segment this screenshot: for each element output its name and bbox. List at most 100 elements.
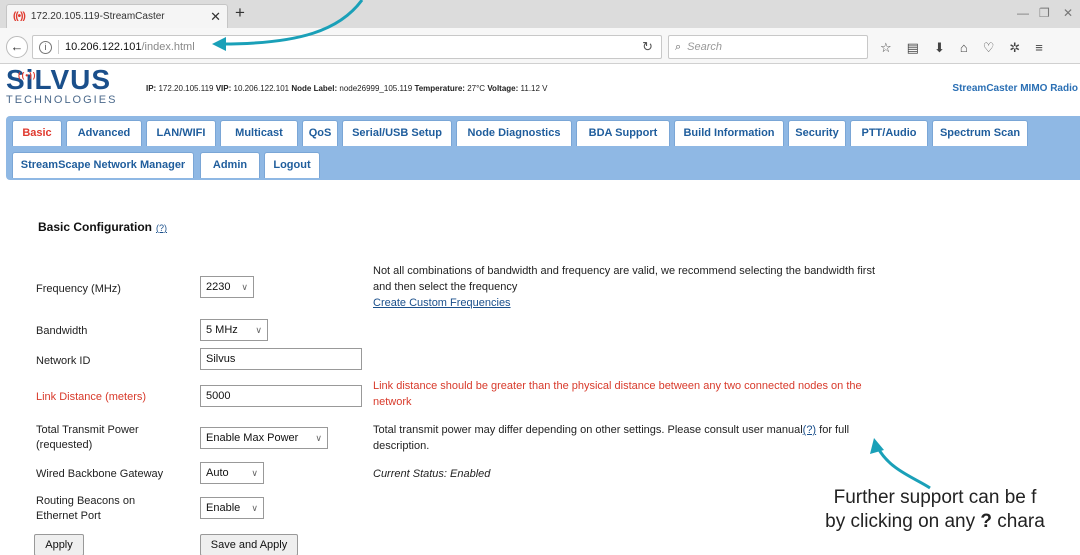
frequency-note-line2: and then select the frequency: [373, 281, 518, 293]
url-bar[interactable]: i 10.206.122.101/index.html ↻: [32, 35, 662, 59]
help-arrow: [876, 447, 931, 490]
pocket-icon[interactable]: ♡: [983, 40, 995, 56]
home-icon[interactable]: ⌂: [960, 40, 968, 56]
link-distance-field[interactable]: 5000: [200, 385, 362, 407]
bandwidth-value: 5 MHz: [206, 324, 238, 336]
tab-advanced[interactable]: Advanced: [66, 120, 142, 146]
browser-search-input[interactable]: ⌕ Search: [668, 35, 868, 59]
download-icon[interactable]: ⬇: [934, 40, 945, 56]
reload-icon[interactable]: ↻: [642, 39, 653, 55]
beacons-label-line1: Routing Beacons on: [36, 495, 136, 507]
temperature-value: 27°C: [467, 84, 486, 93]
browser-tab-title: 172.20.105.119-StreamCaster: [30, 11, 165, 22]
bandwidth-select[interactable]: 5 MHz ∨: [200, 319, 268, 341]
tab-multicast[interactable]: Multicast: [220, 120, 298, 146]
apply-button[interactable]: Apply: [34, 534, 84, 555]
power-help-link[interactable]: (?): [803, 424, 816, 436]
annotation-line2-start: by clicking on any: [825, 511, 981, 532]
save-and-apply-button[interactable]: Save and Apply: [200, 534, 298, 555]
search-icon: ⌕: [675, 40, 682, 53]
browser-tab[interactable]: ((•)) 172.20.105.119-StreamCaster ✕: [6, 4, 228, 28]
beacons-select[interactable]: Enable ∨: [200, 497, 264, 519]
annotation-line1: Further support can be f: [833, 487, 1037, 508]
help-arrowhead: [870, 438, 884, 454]
link-distance-note: Link distance should be greater than the…: [373, 378, 862, 410]
restore-icon[interactable]: ❐: [1039, 6, 1050, 20]
browser-toolbar-icons: ☆ ▤ ⬇ ⌂ ♡ ✲ ≡: [880, 40, 1043, 56]
tab-spectrum-scan[interactable]: Spectrum Scan: [932, 120, 1028, 146]
frequency-note: Not all combinations of bandwidth and fr…: [373, 263, 875, 311]
extension-icon[interactable]: ✲: [1009, 40, 1020, 56]
tab-serial-usb[interactable]: Serial/USB Setup: [342, 120, 452, 146]
frequency-value: 2230: [206, 281, 231, 293]
beacons-value: Enable: [206, 502, 241, 514]
chevron-down-icon: ∨: [315, 432, 322, 443]
tab-streamscape[interactable]: StreamScape Network Manager: [12, 152, 194, 178]
close-tab-icon[interactable]: ✕: [210, 9, 221, 25]
bookmark-star-icon[interactable]: ☆: [880, 40, 892, 56]
transmit-power-label: Total Transmit Power (requested): [36, 423, 139, 453]
signal-icon: ((•)): [18, 71, 37, 80]
search-placeholder: Search: [687, 41, 723, 53]
tab-lan-wifi[interactable]: LAN/WIFI: [146, 120, 216, 146]
menu-icon[interactable]: ≡: [1035, 40, 1043, 56]
page-title: Basic Configuration (?): [38, 220, 167, 234]
chevron-down-icon: ∨: [241, 281, 248, 292]
beacons-label: Routing Beacons on Ethernet Port: [36, 494, 135, 524]
new-tab-icon[interactable]: +: [235, 4, 245, 22]
tab-basic[interactable]: Basic: [12, 120, 62, 146]
ip-label: IP:: [146, 84, 157, 93]
frequency-label: Frequency (MHz): [36, 283, 121, 295]
logo-subtitle: TECHNOLOGIES: [6, 94, 118, 106]
beacons-label-line2: Ethernet Port: [36, 510, 101, 522]
link-note-line1: Link distance should be greater than the…: [373, 380, 862, 392]
frequency-select[interactable]: 2230 ∨: [200, 276, 254, 298]
tab-qos[interactable]: QoS: [302, 120, 338, 146]
tab-build-information[interactable]: Build Information: [674, 120, 784, 146]
gateway-label: Wired Backbone Gateway: [36, 468, 164, 480]
voltage-label: Voltage:: [487, 84, 519, 93]
gateway-status: Current Status: Enabled: [373, 468, 491, 480]
create-custom-frequencies-link[interactable]: Create Custom Frequencies: [373, 297, 511, 309]
chevron-down-icon: ∨: [251, 467, 258, 478]
annotation-question-mark: ?: [980, 511, 993, 532]
network-id-field[interactable]: Silvus: [200, 348, 362, 370]
tab-bda-support[interactable]: BDA Support: [576, 120, 670, 146]
minimize-icon[interactable]: —: [1017, 6, 1029, 20]
power-note-tail: for full: [816, 424, 850, 436]
transmit-power-note: Total transmit power may differ dependin…: [373, 422, 849, 454]
broadcast-icon: ((•)): [13, 11, 26, 22]
node-status-line: IP: 172.20.105.119 VIP: 10.206.122.101 N…: [146, 84, 548, 93]
transmit-power-label-line1: Total Transmit Power: [36, 424, 139, 436]
url-path: /index.html: [141, 41, 195, 53]
annotation-line2-end: chara: [992, 511, 1045, 532]
product-name: StreamCaster MIMO Radio: [952, 83, 1078, 94]
silvus-logo: ((•)) SiLVUS TECHNOLOGIES: [6, 66, 124, 107]
gateway-select[interactable]: Auto ∨: [200, 462, 264, 484]
power-note-line1: Total transmit power may differ dependin…: [373, 424, 803, 436]
reading-list-icon[interactable]: ▤: [907, 40, 919, 56]
help-link[interactable]: (?): [156, 223, 167, 233]
tab-admin[interactable]: Admin: [200, 152, 260, 178]
transmit-power-value: Enable Max Power: [206, 432, 299, 444]
chevron-down-icon: ∨: [251, 502, 258, 513]
close-window-icon[interactable]: ✕: [1063, 6, 1073, 20]
page-title-text: Basic Configuration: [38, 220, 153, 234]
bandwidth-label: Bandwidth: [36, 325, 88, 337]
link-note-line2: network: [373, 396, 412, 408]
chevron-down-icon: ∨: [255, 324, 262, 335]
info-icon[interactable]: i: [39, 40, 52, 54]
tab-logout[interactable]: Logout: [264, 152, 320, 178]
tab-node-diagnostics[interactable]: Node Diagnostics: [456, 120, 572, 146]
tab-ptt-audio[interactable]: PTT/Audio: [850, 120, 928, 146]
transmit-power-select[interactable]: Enable Max Power ∨: [200, 427, 328, 449]
node-label-label: Node Label:: [291, 84, 338, 93]
tab-security[interactable]: Security: [788, 120, 846, 146]
link-distance-value: 5000: [206, 390, 231, 402]
url-host: 10.206.122.101: [65, 41, 142, 53]
browser-navbar: ← i 10.206.122.101/index.html ↻ ⌕ Search…: [0, 28, 1080, 64]
annotation-callout: Further support can be f by clicking on …: [770, 486, 1080, 534]
vip-label: VIP:: [215, 84, 232, 93]
gateway-value: Auto: [206, 467, 229, 479]
back-arrow-icon[interactable]: ←: [6, 36, 28, 58]
